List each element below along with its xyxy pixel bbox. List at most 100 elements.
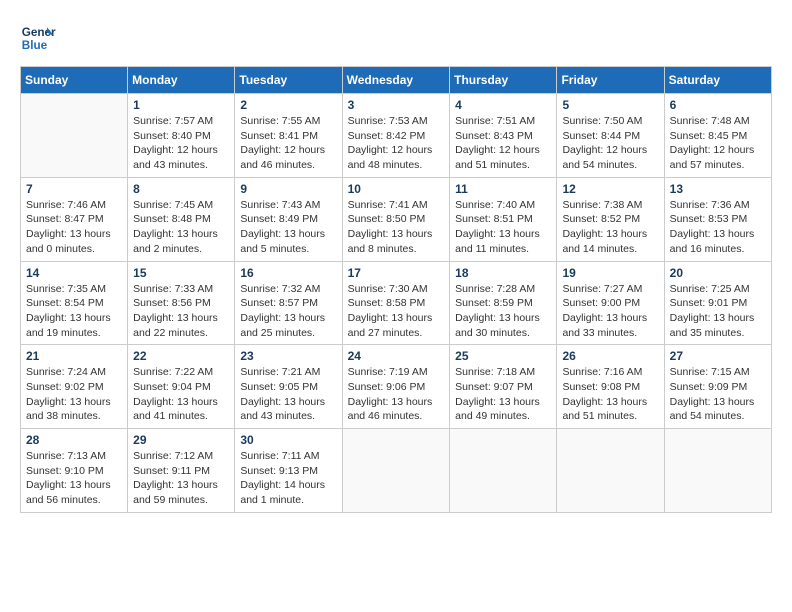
- calendar-cell: 9Sunrise: 7:43 AM Sunset: 8:49 PM Daylig…: [235, 177, 342, 261]
- calendar-cell: 11 Sunrise: 7:40 AM Sunset: 8:51 PM Dayli…: [450, 177, 557, 261]
- logo-icon: General Blue: [20, 20, 56, 56]
- calendar-cell: 15 Sunrise: 7:33 AM Sunset: 8:56 PM Dayli…: [128, 261, 235, 345]
- day-number: 26: [562, 349, 658, 363]
- day-number: 24: [348, 349, 445, 363]
- calendar-cell: 19 Sunrise: 7:27 AM Sunset: 9:00 PM Dayli…: [557, 261, 664, 345]
- svg-text:Blue: Blue: [22, 39, 48, 52]
- calendar-cell: 26 Sunrise: 7:16 AM Sunset: 9:08 PM Dayli…: [557, 345, 664, 429]
- day-number: 11: [455, 182, 551, 196]
- calendar-cell: [557, 429, 664, 513]
- calendar-cell: [664, 429, 771, 513]
- page-header: General Blue: [20, 20, 772, 56]
- day-detail: Sunrise: 7:45 AM Sunset: 8:48 PM Dayligh…: [133, 198, 229, 257]
- calendar-cell: 10Sunrise: 7:41 AM Sunset: 8:50 PM Dayli…: [342, 177, 450, 261]
- day-detail: Sunrise: 7:28 AM Sunset: 8:59 PM Dayligh…: [455, 282, 551, 341]
- day-number: 22: [133, 349, 229, 363]
- day-detail: Sunrise: 7:11 AM Sunset: 9:13 PM Dayligh…: [240, 449, 336, 508]
- day-detail: Sunrise: 7:30 AM Sunset: 8:58 PM Dayligh…: [348, 282, 445, 341]
- calendar-cell: 5Sunrise: 7:50 AM Sunset: 8:44 PM Daylig…: [557, 94, 664, 178]
- calendar-cell: 22 Sunrise: 7:22 AM Sunset: 9:04 PM Dayli…: [128, 345, 235, 429]
- calendar-cell: 30 Sunrise: 7:11 AM Sunset: 9:13 PM Dayli…: [235, 429, 342, 513]
- calendar-cell: 18Sunrise: 7:28 AM Sunset: 8:59 PM Dayli…: [450, 261, 557, 345]
- day-detail: Sunrise: 7:53 AM Sunset: 8:42 PM Dayligh…: [348, 114, 445, 173]
- day-number: 13: [670, 182, 766, 196]
- day-header-wednesday: Wednesday: [342, 67, 450, 94]
- calendar-cell: 2 Sunrise: 7:55 AM Sunset: 8:41 PM Daylig…: [235, 94, 342, 178]
- calendar-cell: 13 Sunrise: 7:36 AM Sunset: 8:53 PM Dayli…: [664, 177, 771, 261]
- day-detail: Sunrise: 7:46 AM Sunset: 8:47 PM Dayligh…: [26, 198, 122, 257]
- calendar-cell: 20Sunrise: 7:25 AM Sunset: 9:01 PM Dayli…: [664, 261, 771, 345]
- day-detail: Sunrise: 7:38 AM Sunset: 8:52 PM Dayligh…: [562, 198, 658, 257]
- day-number: 23: [240, 349, 336, 363]
- calendar-header-row: SundayMondayTuesdayWednesdayThursdayFrid…: [21, 67, 772, 94]
- day-number: 28: [26, 433, 122, 447]
- day-detail: Sunrise: 7:35 AM Sunset: 8:54 PM Dayligh…: [26, 282, 122, 341]
- day-detail: Sunrise: 7:19 AM Sunset: 9:06 PM Dayligh…: [348, 365, 445, 424]
- day-detail: Sunrise: 7:50 AM Sunset: 8:44 PM Dayligh…: [562, 114, 658, 173]
- day-header-monday: Monday: [128, 67, 235, 94]
- day-number: 25: [455, 349, 551, 363]
- day-number: 6: [670, 98, 766, 112]
- day-detail: Sunrise: 7:15 AM Sunset: 9:09 PM Dayligh…: [670, 365, 766, 424]
- calendar-cell: 8 Sunrise: 7:45 AM Sunset: 8:48 PM Daylig…: [128, 177, 235, 261]
- calendar-cell: 29Sunrise: 7:12 AM Sunset: 9:11 PM Dayli…: [128, 429, 235, 513]
- day-detail: Sunrise: 7:43 AM Sunset: 8:49 PM Dayligh…: [240, 198, 336, 257]
- calendar-cell: 7 Sunrise: 7:46 AM Sunset: 8:47 PM Daylig…: [21, 177, 128, 261]
- day-detail: Sunrise: 7:36 AM Sunset: 8:53 PM Dayligh…: [670, 198, 766, 257]
- day-number: 12: [562, 182, 658, 196]
- calendar-week-5: 28 Sunrise: 7:13 AM Sunset: 9:10 PM Dayli…: [21, 429, 772, 513]
- day-header-saturday: Saturday: [664, 67, 771, 94]
- calendar-week-1: 1Sunrise: 7:57 AM Sunset: 8:40 PM Daylig…: [21, 94, 772, 178]
- day-number: 14: [26, 266, 122, 280]
- day-detail: Sunrise: 7:51 AM Sunset: 8:43 PM Dayligh…: [455, 114, 551, 173]
- day-header-friday: Friday: [557, 67, 664, 94]
- calendar-cell: 14 Sunrise: 7:35 AM Sunset: 8:54 PM Dayli…: [21, 261, 128, 345]
- calendar-cell: 3 Sunrise: 7:53 AM Sunset: 8:42 PM Daylig…: [342, 94, 450, 178]
- day-number: 2: [240, 98, 336, 112]
- calendar-cell: 23 Sunrise: 7:21 AM Sunset: 9:05 PM Dayli…: [235, 345, 342, 429]
- calendar-cell: [21, 94, 128, 178]
- day-detail: Sunrise: 7:12 AM Sunset: 9:11 PM Dayligh…: [133, 449, 229, 508]
- day-number: 3: [348, 98, 445, 112]
- day-number: 4: [455, 98, 551, 112]
- day-detail: Sunrise: 7:24 AM Sunset: 9:02 PM Dayligh…: [26, 365, 122, 424]
- day-detail: Sunrise: 7:32 AM Sunset: 8:57 PM Dayligh…: [240, 282, 336, 341]
- day-detail: Sunrise: 7:13 AM Sunset: 9:10 PM Dayligh…: [26, 449, 122, 508]
- day-number: 19: [562, 266, 658, 280]
- calendar-cell: [450, 429, 557, 513]
- calendar-week-4: 21 Sunrise: 7:24 AM Sunset: 9:02 PM Dayli…: [21, 345, 772, 429]
- day-header-tuesday: Tuesday: [235, 67, 342, 94]
- calendar-cell: 16Sunrise: 7:32 AM Sunset: 8:57 PM Dayli…: [235, 261, 342, 345]
- day-number: 17: [348, 266, 445, 280]
- day-number: 8: [133, 182, 229, 196]
- calendar-cell: 27Sunrise: 7:15 AM Sunset: 9:09 PM Dayli…: [664, 345, 771, 429]
- day-detail: Sunrise: 7:55 AM Sunset: 8:41 PM Dayligh…: [240, 114, 336, 173]
- day-detail: Sunrise: 7:27 AM Sunset: 9:00 PM Dayligh…: [562, 282, 658, 341]
- calendar-cell: 28 Sunrise: 7:13 AM Sunset: 9:10 PM Dayli…: [21, 429, 128, 513]
- day-number: 15: [133, 266, 229, 280]
- day-detail: Sunrise: 7:22 AM Sunset: 9:04 PM Dayligh…: [133, 365, 229, 424]
- day-header-sunday: Sunday: [21, 67, 128, 94]
- calendar-cell: [342, 429, 450, 513]
- calendar-cell: 24 Sunrise: 7:19 AM Sunset: 9:06 PM Dayli…: [342, 345, 450, 429]
- day-detail: Sunrise: 7:48 AM Sunset: 8:45 PM Dayligh…: [670, 114, 766, 173]
- day-detail: Sunrise: 7:40 AM Sunset: 8:51 PM Dayligh…: [455, 198, 551, 257]
- logo: General Blue: [20, 20, 56, 56]
- day-header-thursday: Thursday: [450, 67, 557, 94]
- calendar-table: SundayMondayTuesdayWednesdayThursdayFrid…: [20, 66, 772, 513]
- day-number: 1: [133, 98, 229, 112]
- day-number: 7: [26, 182, 122, 196]
- day-number: 10: [348, 182, 445, 196]
- day-number: 21: [26, 349, 122, 363]
- calendar-cell: 4 Sunrise: 7:51 AM Sunset: 8:43 PM Daylig…: [450, 94, 557, 178]
- calendar-cell: 12 Sunrise: 7:38 AM Sunset: 8:52 PM Dayli…: [557, 177, 664, 261]
- calendar-week-2: 7 Sunrise: 7:46 AM Sunset: 8:47 PM Daylig…: [21, 177, 772, 261]
- day-detail: Sunrise: 7:18 AM Sunset: 9:07 PM Dayligh…: [455, 365, 551, 424]
- day-detail: Sunrise: 7:21 AM Sunset: 9:05 PM Dayligh…: [240, 365, 336, 424]
- calendar-week-3: 14 Sunrise: 7:35 AM Sunset: 8:54 PM Dayli…: [21, 261, 772, 345]
- day-detail: Sunrise: 7:33 AM Sunset: 8:56 PM Dayligh…: [133, 282, 229, 341]
- day-number: 30: [240, 433, 336, 447]
- day-number: 20: [670, 266, 766, 280]
- calendar-cell: 17 Sunrise: 7:30 AM Sunset: 8:58 PM Dayli…: [342, 261, 450, 345]
- day-detail: Sunrise: 7:16 AM Sunset: 9:08 PM Dayligh…: [562, 365, 658, 424]
